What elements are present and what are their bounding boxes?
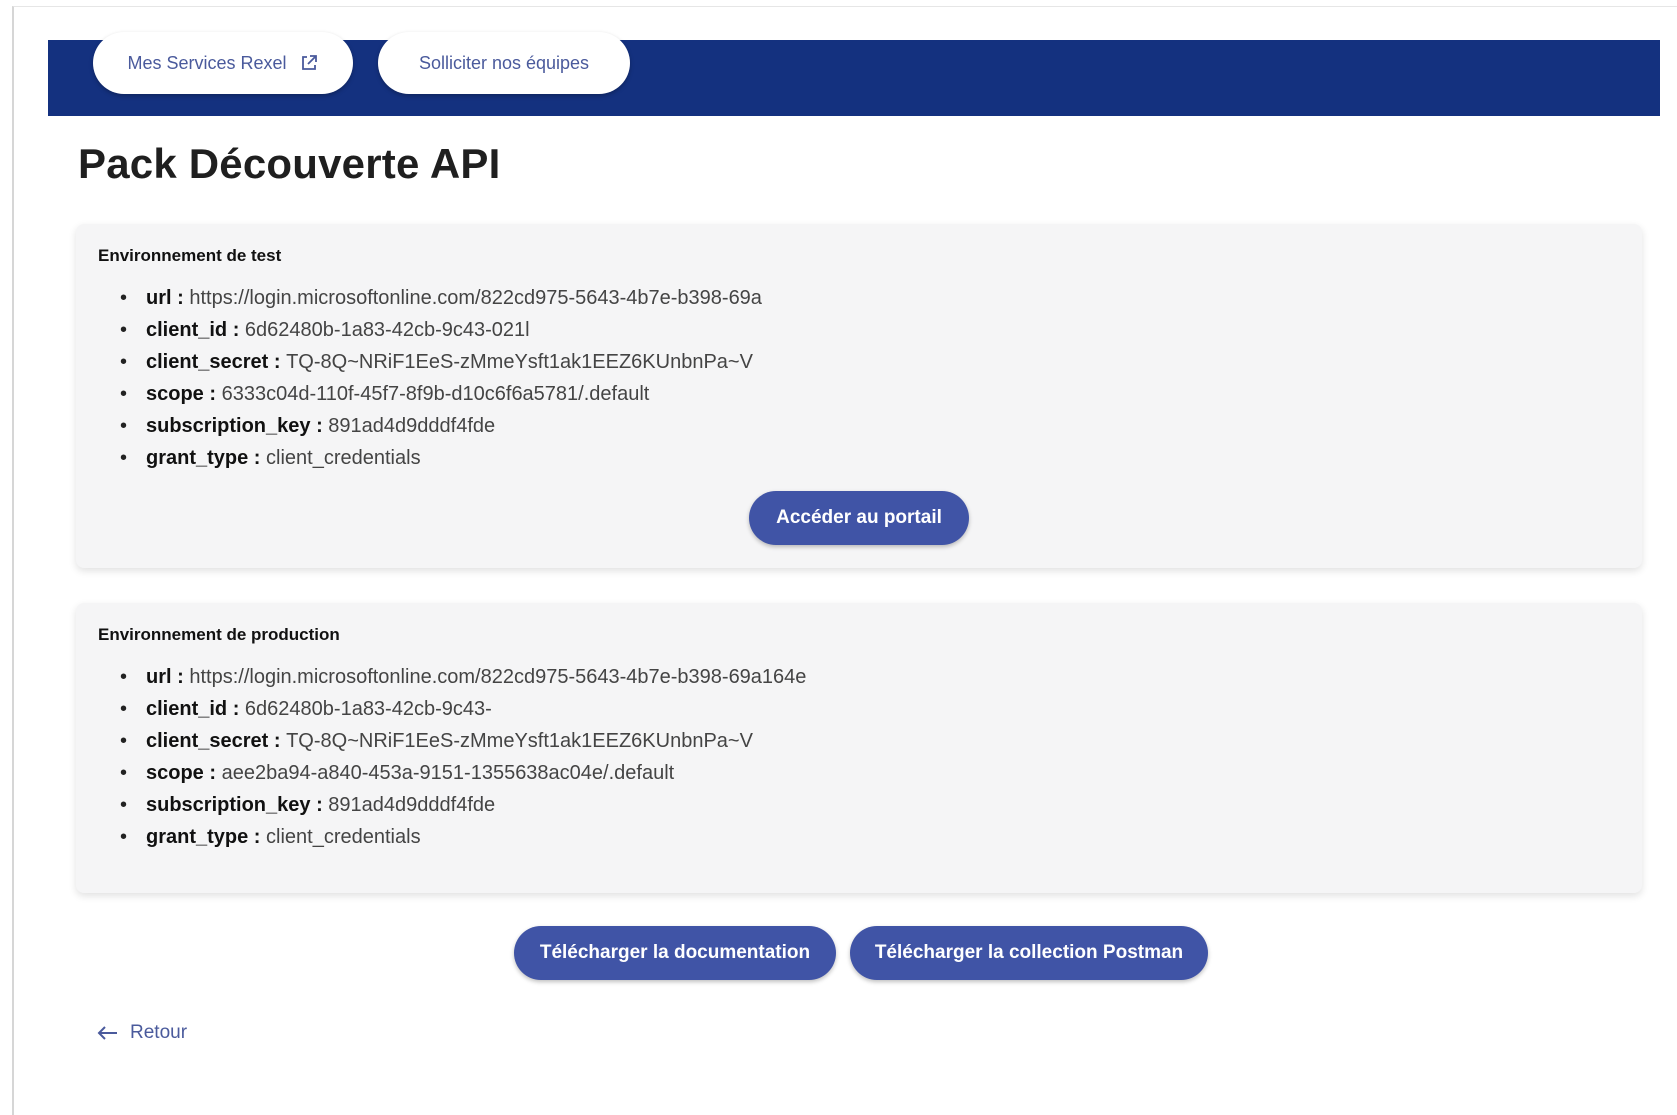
credential-value: 891ad4d9dddf4fde <box>328 415 496 437</box>
solliciter-nos-equipes-label: Solliciter nos équipes <box>418 52 590 73</box>
page-title: Pack Découverte API <box>78 140 501 187</box>
back-link[interactable]: Retour <box>96 1022 187 1044</box>
credential-value: 891ad4d9dddf4fde <box>328 794 496 816</box>
production-environment-heading: Environnement de production <box>98 625 340 644</box>
credential-key: grant_type <box>146 826 249 848</box>
solliciter-nos-equipes-button[interactable]: Solliciter nos équipes <box>378 32 630 94</box>
credential-value: TQ-8Q~NRiF1EeS-zMmeYsft1ak1EEZ6KUnbnPa~V <box>286 351 753 373</box>
credential-value: https://login.microsoftonline.com/822cd9… <box>189 287 762 309</box>
bullet: • <box>120 383 128 405</box>
credential-value: 6333c04d-110f-45f7-8f9b-d10c6f6a5781/.de… <box>221 383 650 405</box>
test-credential-url: • url : https://login.microsoftonline.com… <box>120 282 762 314</box>
bullet: • <box>120 415 128 437</box>
credential-value: TQ-8Q~NRiF1EeS-zMmeYsft1ak1EEZ6KUnbnPa~V <box>286 730 753 752</box>
test-credential-client-secret: • client_secret : TQ-8Q~NRiF1EeS-zMmeYsft… <box>120 346 762 378</box>
prod-credential-url: • url : https://login.microsoftonline.com… <box>120 661 806 693</box>
acceder-au-portail-button[interactable]: Accéder au portail <box>749 491 969 545</box>
bullet: • <box>120 287 128 309</box>
bullet: • <box>120 794 128 816</box>
telecharger-documentation-button[interactable]: Télécharger la documentation <box>514 926 836 980</box>
test-credential-client-id: • client_id : 6d62480b-1a83-42cb-9c43-021… <box>120 314 762 346</box>
production-credentials-list: • url : https://login.microsoftonline.com… <box>120 661 806 853</box>
production-environment-card: Environnement de production • url : https… <box>76 603 1642 893</box>
top-navigation-bar: Mes Services Rexel Solliciter nos équipe… <box>48 32 1660 116</box>
credential-value: 6d62480b-1a83-42cb-9c43-021l <box>244 319 530 341</box>
credential-key: grant_type <box>146 447 249 469</box>
prod-credential-client-id: • client_id : 6d62480b-1a83-42cb-9c43- <box>120 693 806 725</box>
credential-value: client_credentials <box>266 826 421 848</box>
prod-credential-scope: • scope : aee2ba94-a840-453a-9151-1355638… <box>120 757 806 789</box>
bullet: • <box>120 319 128 341</box>
bullet: • <box>120 826 128 848</box>
test-environment-card: Environnement de test • url : https://log… <box>76 224 1642 568</box>
test-credentials-list: • url : https://login.microsoftonline.com… <box>120 282 762 474</box>
bullet: • <box>120 730 128 752</box>
credential-key: client_id <box>146 319 228 341</box>
credential-key: client_secret <box>146 730 269 752</box>
back-link-label: Retour <box>130 1022 188 1043</box>
credential-key: subscription_key <box>146 794 311 816</box>
prod-credential-subscription-key: • subscription_key : 891ad4d9dddf4fde <box>120 789 806 821</box>
credential-key: scope <box>146 762 204 784</box>
mes-services-rexel-label: Mes Services Rexel <box>127 52 287 73</box>
prod-credential-client-secret: • client_secret : TQ-8Q~NRiF1EeS-zMmeYsft… <box>120 725 806 757</box>
bullet: • <box>120 351 128 373</box>
credential-value: https://login.microsoftonline.com/822cd9… <box>189 666 807 688</box>
bullet: • <box>120 447 128 469</box>
credential-key: client_id <box>146 698 228 720</box>
arrow-left-icon <box>97 1026 117 1040</box>
external-link-icon <box>301 55 317 70</box>
bullet: • <box>120 666 128 688</box>
bullet: • <box>120 698 128 720</box>
telecharger-collection-postman-button[interactable]: Télécharger la collection Postman <box>850 926 1208 980</box>
credential-key: subscription_key <box>146 415 311 437</box>
test-credential-scope: • scope : 6333c04d-110f-45f7-8f9b-d10c6f6… <box>120 378 762 410</box>
test-credential-grant-type: • grant_type : client_credentials <box>120 442 762 474</box>
credential-key: url <box>146 666 172 688</box>
test-environment-heading: Environnement de test <box>98 246 282 265</box>
credential-value: aee2ba94-a840-453a-9151-1355638ac04e/.de… <box>221 762 675 784</box>
credential-key: url <box>146 287 172 309</box>
test-credential-subscription-key: • subscription_key : 891ad4d9dddf4fde <box>120 410 762 442</box>
mes-services-rexel-button[interactable]: Mes Services Rexel <box>93 32 353 94</box>
credential-key: scope <box>146 383 204 405</box>
credential-value: client_credentials <box>266 447 421 469</box>
prod-credential-grant-type: • grant_type : client_credentials <box>120 821 806 853</box>
credential-key: client_secret <box>146 351 269 373</box>
credential-value: 6d62480b-1a83-42cb-9c43- <box>244 698 492 720</box>
bullet: • <box>120 762 128 784</box>
